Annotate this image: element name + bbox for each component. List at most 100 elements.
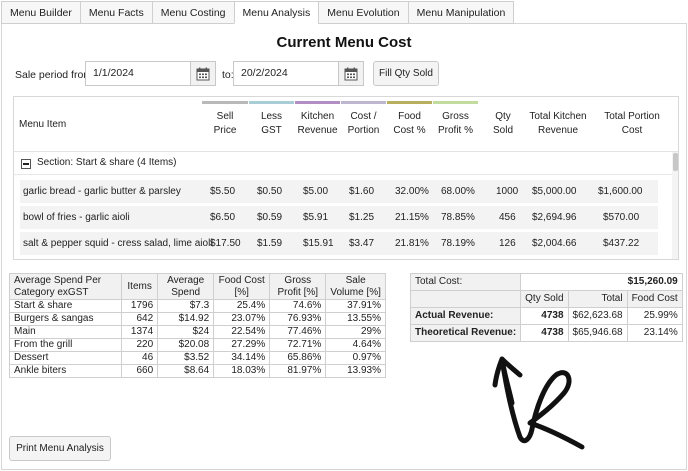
- cell-sell-price: $5.50: [210, 186, 236, 197]
- tab-menu-builder[interactable]: Menu Builder: [1, 1, 81, 24]
- total-cost-label: Total Cost:: [409, 273, 522, 291]
- total-cost-row: Total Cost: $15,260.09: [409, 273, 683, 291]
- cell-average-spend: $8.64: [157, 364, 215, 378]
- actual-qty-sold: 4738: [520, 307, 569, 325]
- cell-category: From the grill: [8, 338, 123, 352]
- actual-revenue-label: Actual Revenue:: [409, 307, 522, 325]
- date-from-input[interactable]: 1/1/2024: [85, 61, 191, 86]
- cell-qty-sold: 126: [499, 238, 516, 249]
- cell-item: bowl of fries - garlic aioli: [23, 212, 130, 223]
- cell-gross-profit: 74.6%: [269, 299, 327, 313]
- cell-food-cost: 23.07%: [213, 312, 271, 326]
- actual-revenue-row: Actual Revenue: 4738 $62,623.68 25.99%: [409, 307, 683, 325]
- cell-sell-price: $6.50: [210, 212, 236, 223]
- cell-sell-price: $17.50: [210, 238, 241, 249]
- cell-food-cost: 21.81%: [395, 238, 429, 249]
- calendar-icon: [196, 67, 210, 80]
- tab-menu-evolution[interactable]: Menu Evolution: [318, 1, 409, 24]
- date-to-input[interactable]: 20/2/2024: [233, 61, 339, 86]
- col-header-food-cost: Food Cost [%]: [213, 273, 271, 300]
- column-color-bar: [433, 101, 478, 104]
- cell-cost-portion: $1.25: [349, 212, 375, 223]
- cell-sale-volume: 29%: [325, 325, 386, 339]
- cell-category: Burgers & sangas: [8, 312, 123, 326]
- col-header-gross-profit: Gross Profit [%]: [269, 273, 327, 300]
- cell-sale-volume: 4.64%: [325, 338, 386, 352]
- table-row[interactable]: bowl of fries - garlic aioli $6.50 $0.59…: [20, 206, 658, 229]
- header-menu-item: Menu Item: [19, 119, 67, 130]
- theoretical-total: $65,946.68: [567, 324, 628, 342]
- cell-average-spend: $20.08: [157, 338, 215, 352]
- table-row[interactable]: salt & pepper squid - cress salad, lime …: [20, 232, 658, 255]
- cell-average-spend: $24: [157, 325, 215, 339]
- calendar-to-button[interactable]: [339, 61, 364, 86]
- column-color-bar: [387, 101, 432, 104]
- tab-menu-costing[interactable]: Menu Costing: [151, 1, 235, 24]
- date-to-label: to:: [222, 69, 234, 81]
- sale-period-label: Sale period from:: [15, 69, 95, 81]
- theoretical-food-cost: 23.14%: [626, 324, 683, 342]
- grid-scrollbar-thumb[interactable]: [673, 153, 678, 171]
- table-row: From the grill 220 $20.08 27.29% 72.71% …: [8, 338, 386, 352]
- cell-gross-profit: 76.93%: [269, 312, 327, 326]
- cell-food-cost: 25.4%: [213, 299, 271, 313]
- column-color-bar: [202, 101, 248, 104]
- section-row: Section: Start & share (4 Items): [14, 152, 672, 175]
- header-total-kitchen-revenue: Total Kitchen Revenue: [529, 111, 587, 136]
- tab-menu-facts[interactable]: Menu Facts: [79, 1, 153, 24]
- fill-qty-sold-button[interactable]: Fill Qty Sold: [373, 61, 439, 86]
- cell-less-gst: $0.50: [257, 186, 283, 197]
- table-header-row: Average Spend Per Category exGST Items Av…: [8, 273, 386, 300]
- table-row: Ankle biters 660 $8.64 18.03% 81.97% 13.…: [8, 364, 386, 378]
- cell-gross-profit: 77.46%: [269, 325, 327, 339]
- cell-total-kitchen-revenue: $2,004.66: [532, 238, 577, 249]
- table-row: Main 1374 $24 22.54% 77.46% 29%: [8, 325, 386, 339]
- cell-category: Start & share: [8, 299, 123, 313]
- theoretical-revenue-row: Theoretical Revenue: 4738 $65,946.68 23.…: [409, 324, 683, 342]
- cell-food-cost: 21.15%: [395, 212, 429, 223]
- col-header-food-cost: Food Cost: [626, 290, 683, 308]
- cell-average-spend: $3.52: [157, 351, 215, 365]
- category-spend-table: Average Spend Per Category exGST Items Av…: [8, 273, 386, 378]
- cell-food-cost: 18.03%: [213, 364, 271, 378]
- col-header-sale-volume: Sale Volume [%]: [325, 273, 386, 300]
- collapse-section-icon[interactable]: [21, 159, 31, 169]
- table-row[interactable]: garlic bread - garlic butter & parsley $…: [20, 180, 658, 203]
- cell-item: garlic bread - garlic butter & parsley: [23, 186, 181, 197]
- column-color-bar: [249, 101, 294, 104]
- table-row: Burgers & sangas 642 $14.92 23.07% 76.93…: [8, 312, 386, 326]
- actual-food-cost: 25.99%: [626, 307, 683, 325]
- tab-menu-manipulation[interactable]: Menu Manipulation: [407, 1, 515, 24]
- cell-food-cost: 32.00%: [395, 186, 429, 197]
- cell-total-portion-cost: $437.22: [603, 238, 640, 249]
- col-header-items: Items: [121, 273, 159, 300]
- header-food-cost: Food Cost %: [393, 111, 426, 136]
- cell-category: Main: [8, 325, 123, 339]
- print-menu-analysis-button[interactable]: Print Menu Analysis: [9, 436, 111, 461]
- cell-total-portion-cost: $570.00: [603, 212, 640, 223]
- cell-gross-profit: 78.19%: [441, 238, 475, 249]
- table-row: Dessert 46 $3.52 34.14% 65.86% 0.97%: [8, 351, 386, 365]
- page-title: Current Menu Cost: [276, 34, 412, 51]
- header-cost-portion: Cost / Portion: [347, 111, 380, 136]
- header-total-portion-cost: Total Portion Cost: [604, 111, 660, 136]
- cell-less-gst: $0.59: [257, 212, 283, 223]
- header-sell-price: Sell Price: [213, 111, 237, 136]
- tab-menu-analysis[interactable]: Menu Analysis: [233, 1, 320, 24]
- cell-kitchen-revenue: $5.91: [303, 212, 329, 223]
- cell-qty-sold: 1000: [496, 186, 519, 197]
- cell-items: 642: [121, 312, 159, 326]
- cell-item: salt & pepper squid - cress salad, lime …: [23, 238, 213, 249]
- cell-items: 1374: [121, 325, 159, 339]
- calendar-from-button[interactable]: [191, 61, 216, 86]
- section-label: Section: Start & share (4 Items): [37, 157, 177, 168]
- cell-sale-volume: 13.55%: [325, 312, 386, 326]
- hand-drawn-arrow-icon: [492, 356, 585, 450]
- column-color-bar: [341, 101, 386, 104]
- theoretical-qty-sold: 4738: [520, 324, 569, 342]
- cell-kitchen-revenue: $15.91: [303, 238, 334, 249]
- cell-food-cost: 34.14%: [213, 351, 271, 365]
- cell-sale-volume: 13.93%: [325, 364, 386, 378]
- cell-total-portion-cost: $1,600.00: [598, 186, 643, 197]
- menu-items-grid: Menu Item Sell Price Less GST Kitchen Reven…: [13, 96, 679, 260]
